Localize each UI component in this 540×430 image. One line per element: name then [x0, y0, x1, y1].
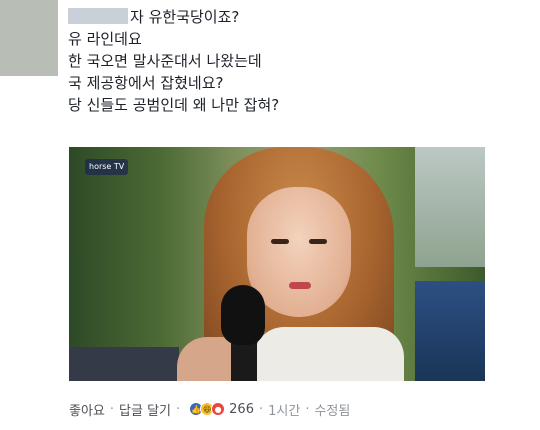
reactions-summary[interactable]: 👍 😆 ● 266 — [189, 402, 254, 417]
reply-link[interactable]: 답글 달기 — [119, 400, 171, 419]
background-sky — [415, 147, 485, 267]
like-link[interactable]: 좋아요 — [69, 400, 105, 419]
avatar[interactable] — [0, 0, 58, 76]
comment-line-1-text: 자 유한국당이죠? — [130, 8, 240, 26]
separator-dot: · — [305, 401, 310, 417]
separator-dot: · — [109, 401, 115, 417]
comment-line-1: 자 유한국당이죠? — [68, 6, 528, 28]
comment-line-3: 한 국오면 말사준대서 나왔는데 — [68, 52, 262, 70]
edited-label: 수정됨 — [314, 403, 351, 419]
background-vehicle — [415, 281, 485, 381]
comment-actions: 좋아요 · 답글 달기 · 👍 😆 ● 266 · 1시간 · 수정됨 — [69, 398, 350, 420]
comment-line-5: 당 신들도 공범인데 왜 나만 잡혀? — [68, 96, 280, 114]
redacted-name — [68, 8, 128, 24]
separator-dot: · — [176, 401, 181, 417]
person-shirt — [254, 327, 404, 381]
comment-line-4: 국 제공항에서 잡혔네요? — [68, 74, 224, 92]
interviewer-jacket — [69, 347, 179, 381]
person-eye-left — [271, 239, 289, 244]
comment-line-2: 유 라인데요 — [68, 30, 142, 48]
separator-dot: · — [258, 401, 264, 417]
reaction-count: 266 — [229, 401, 254, 417]
comment-body: 자 유한국당이죠? 유 라인데요 한 국오면 말사준대서 나왔는데 국 제공항에… — [68, 6, 528, 116]
channel-logo: horse TV — [85, 159, 129, 175]
person-mouth — [289, 282, 311, 289]
timestamp-link[interactable]: 1시간 — [268, 400, 300, 419]
angry-icon: ● — [211, 402, 226, 416]
video-thumbnail[interactable]: horse TV — [69, 147, 485, 381]
microphone — [221, 285, 265, 345]
person-eye-right — [309, 239, 327, 244]
